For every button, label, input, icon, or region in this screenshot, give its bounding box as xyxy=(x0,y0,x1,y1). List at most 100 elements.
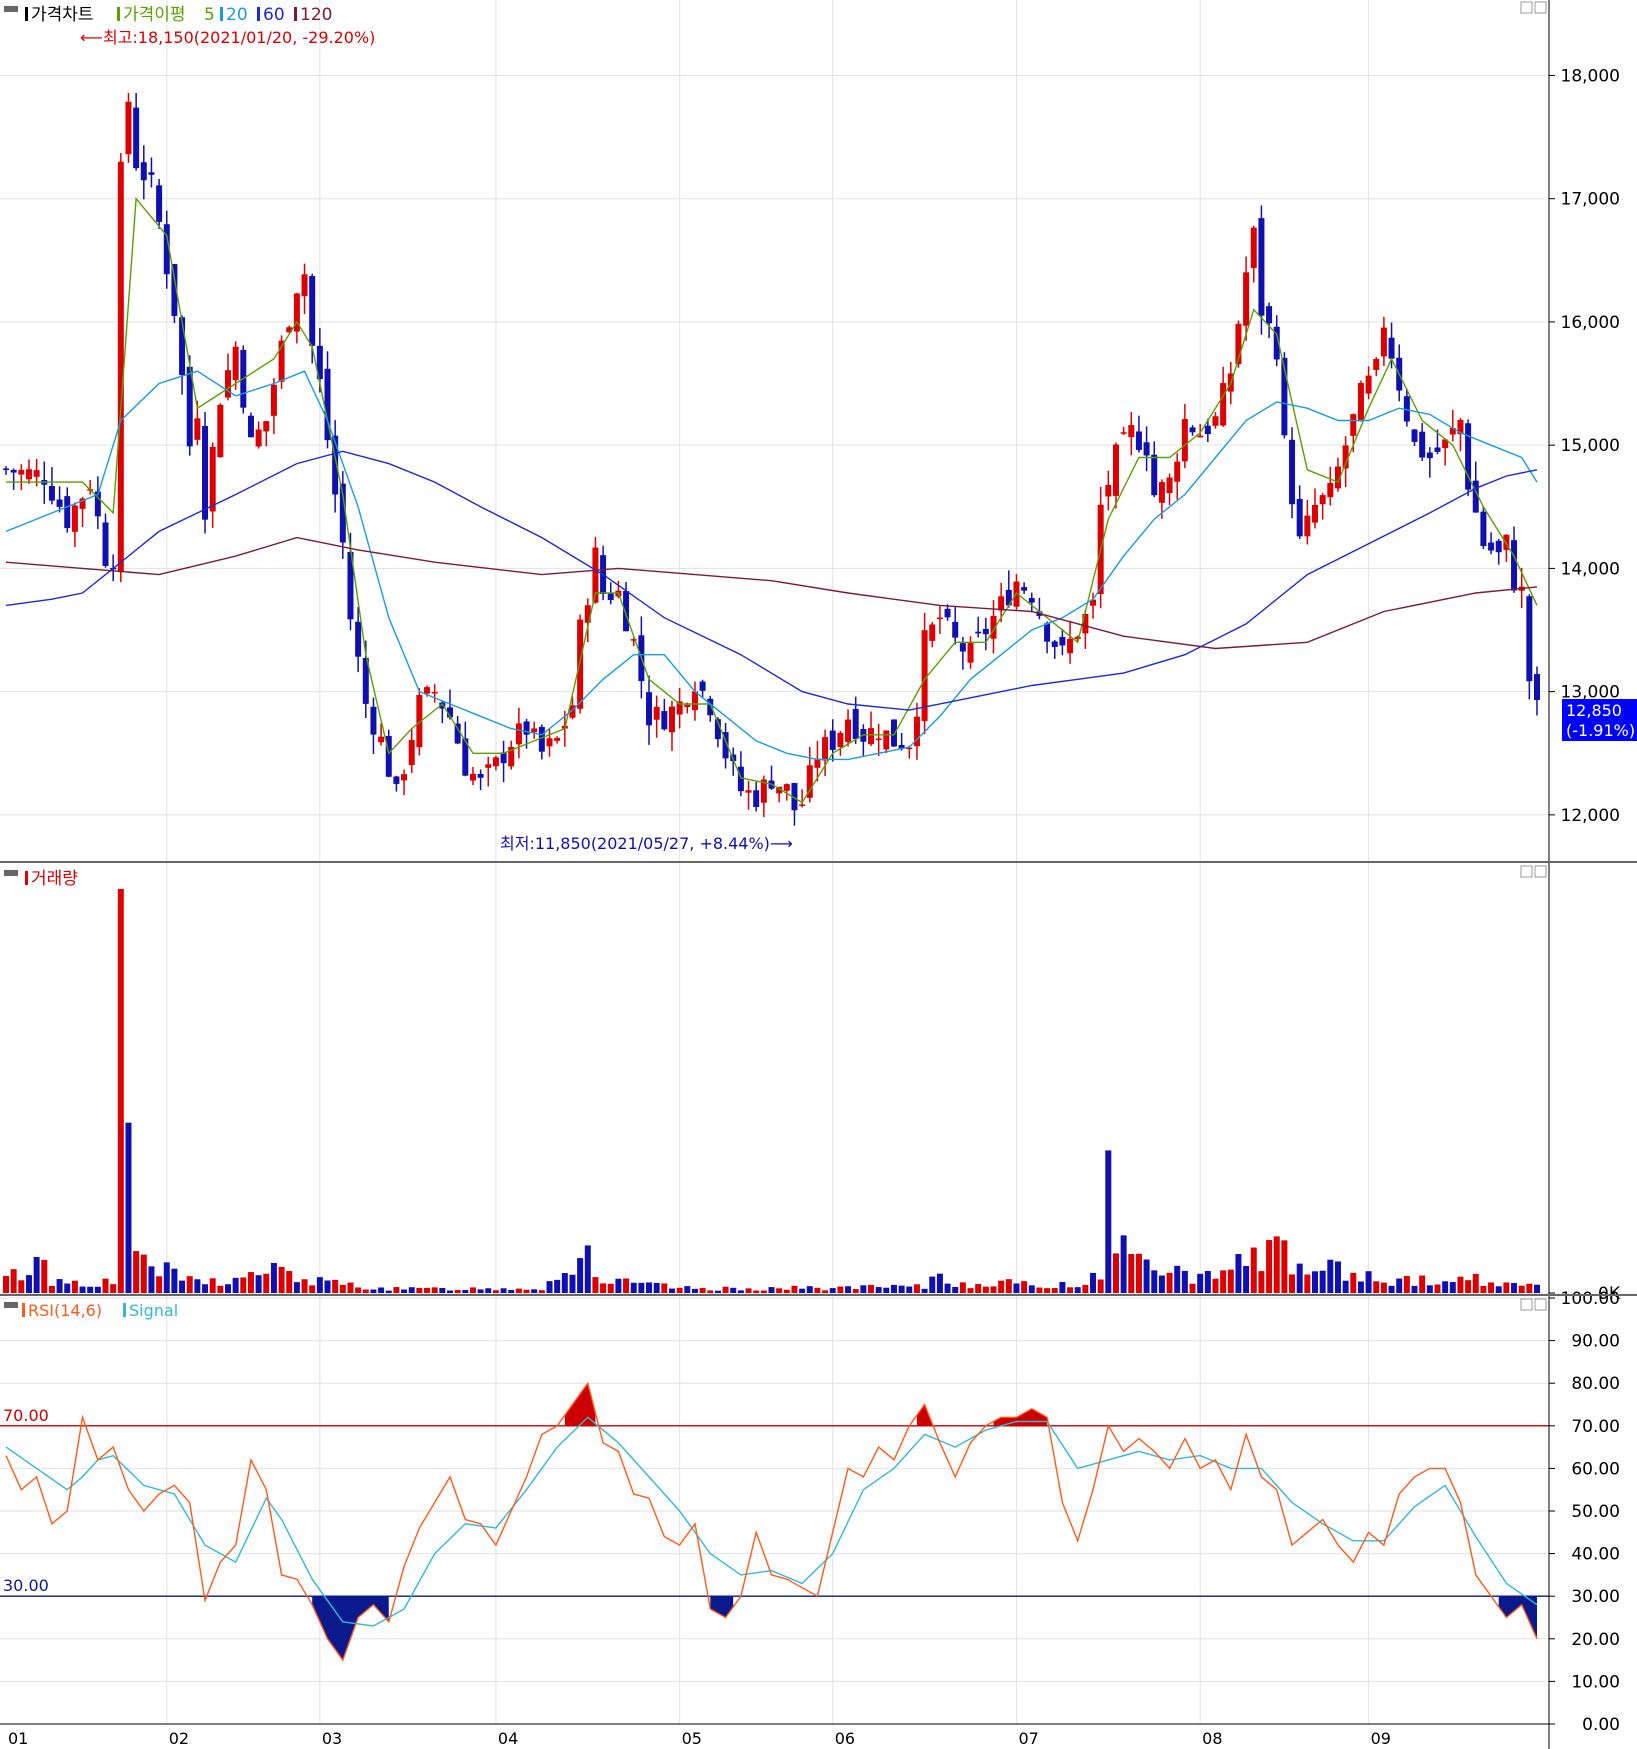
volume-bar xyxy=(263,1273,270,1293)
candle-body xyxy=(25,469,32,480)
volume-bar xyxy=(913,1284,920,1293)
candle-body xyxy=(393,776,400,784)
x-tick-label: 05 xyxy=(682,1729,702,1748)
volume-bar xyxy=(776,1288,783,1293)
volume-bar xyxy=(546,1281,553,1293)
volume-bar xyxy=(1388,1285,1395,1293)
candle-body xyxy=(133,107,140,169)
high-annotation: ⟵최고:18,150(2021/01/20, -29.20%) xyxy=(80,28,375,47)
volume-bar xyxy=(293,1282,300,1293)
volume-bar xyxy=(485,1288,492,1293)
legend-marker-rsi xyxy=(22,1303,25,1317)
candle-body xyxy=(125,101,132,155)
legend-marker-ma20 xyxy=(220,7,223,21)
candle-body xyxy=(1128,425,1135,438)
volume-bar xyxy=(822,1290,829,1293)
rsi-level-label: 30.00 xyxy=(3,1576,49,1595)
legend-marker-ma60 xyxy=(257,7,260,21)
close-icon[interactable] xyxy=(1534,865,1547,878)
close-icon[interactable] xyxy=(1534,1298,1547,1311)
candle-body xyxy=(301,274,308,297)
volume-bar xyxy=(990,1286,997,1293)
y-tick-label: 10.00 xyxy=(1571,1672,1620,1692)
volume-bar xyxy=(247,1272,254,1293)
volume-bar xyxy=(1534,1284,1540,1293)
volume-bar xyxy=(1434,1284,1441,1293)
candle-body xyxy=(48,485,55,501)
candle-body xyxy=(1319,495,1326,505)
volume-bar xyxy=(684,1286,691,1293)
candle-body xyxy=(148,172,155,175)
candle-body xyxy=(975,631,982,634)
candle-body xyxy=(1243,272,1250,326)
volume-bar xyxy=(87,1286,94,1293)
volume-bar xyxy=(806,1286,813,1293)
volume-bar xyxy=(10,1269,17,1293)
candle-body xyxy=(1296,498,1303,537)
y-tick-label: 30.00 xyxy=(1571,1587,1620,1607)
candle-body xyxy=(1204,425,1211,435)
volume-bar xyxy=(194,1279,201,1293)
volume-bar xyxy=(286,1271,293,1293)
volume-bar xyxy=(1158,1275,1165,1293)
candle-body xyxy=(1304,515,1311,537)
volume-bar xyxy=(791,1285,798,1293)
volume-bar xyxy=(240,1277,247,1293)
candle-body xyxy=(1021,587,1028,591)
volume-bar xyxy=(1151,1270,1158,1293)
candle-body xyxy=(179,317,186,376)
volume-bar xyxy=(1495,1286,1502,1293)
candle-body xyxy=(1419,431,1426,458)
low-annotation: 최저:11,850(2021/05/27, +8.44%)⟶ xyxy=(500,834,793,853)
volume-bar xyxy=(883,1287,890,1293)
volume-bar xyxy=(1005,1279,1012,1293)
candle-body xyxy=(1380,327,1387,357)
candle-body xyxy=(653,706,660,720)
y-tick-label: 12,000 xyxy=(1561,806,1620,826)
volume-bar xyxy=(171,1268,178,1293)
candle-body xyxy=(753,790,760,808)
volume-bar xyxy=(760,1290,767,1293)
candle-body xyxy=(1511,540,1518,591)
volume-bar xyxy=(1518,1285,1525,1293)
panel-collapse-icon[interactable] xyxy=(4,870,18,876)
volume-bar xyxy=(393,1287,400,1293)
panel-collapse-icon[interactable] xyxy=(4,6,18,12)
volume-bar xyxy=(1380,1282,1387,1293)
volume-bar xyxy=(1373,1281,1380,1293)
minimize-icon[interactable] xyxy=(1520,865,1533,878)
volume-bar xyxy=(56,1279,63,1293)
y-tick-label: 40.00 xyxy=(1571,1545,1620,1565)
candle-body xyxy=(1495,540,1502,553)
volume-bar xyxy=(1465,1280,1472,1293)
volume-bar xyxy=(699,1288,706,1293)
volume-bar xyxy=(508,1290,515,1293)
y-tick-label: 50.00 xyxy=(1571,1502,1620,1522)
y-tick-label: 16,000 xyxy=(1561,313,1620,333)
volume-bar xyxy=(982,1286,989,1293)
price-legend-title: 가격차트 xyxy=(31,5,94,25)
volume-bar xyxy=(1327,1259,1334,1293)
candle-body xyxy=(883,730,890,750)
panel-collapse-icon[interactable] xyxy=(4,1302,18,1308)
volume-bar xyxy=(845,1286,852,1293)
volume-bar xyxy=(133,1251,140,1293)
volume-bar xyxy=(1350,1272,1357,1293)
current-price-value: 12,850 xyxy=(1566,701,1622,720)
candle-body xyxy=(1112,444,1119,496)
current-price-badge: 12,850 (-1.91%) xyxy=(1562,699,1637,741)
candle-body xyxy=(217,404,224,458)
minimize-icon[interactable] xyxy=(1520,1,1533,14)
minimize-icon[interactable] xyxy=(1520,1298,1533,1311)
volume-bar xyxy=(477,1289,484,1293)
volume-bar xyxy=(906,1286,913,1293)
candle-body xyxy=(18,469,25,475)
volume-bar xyxy=(156,1276,163,1293)
volume-bar xyxy=(676,1287,683,1293)
volume-bar xyxy=(722,1286,729,1293)
candle-body xyxy=(944,608,951,618)
ma5-legend: 5 xyxy=(204,5,215,25)
close-icon[interactable] xyxy=(1534,1,1547,14)
volume-bar xyxy=(1289,1274,1296,1293)
candle-body xyxy=(194,418,201,440)
